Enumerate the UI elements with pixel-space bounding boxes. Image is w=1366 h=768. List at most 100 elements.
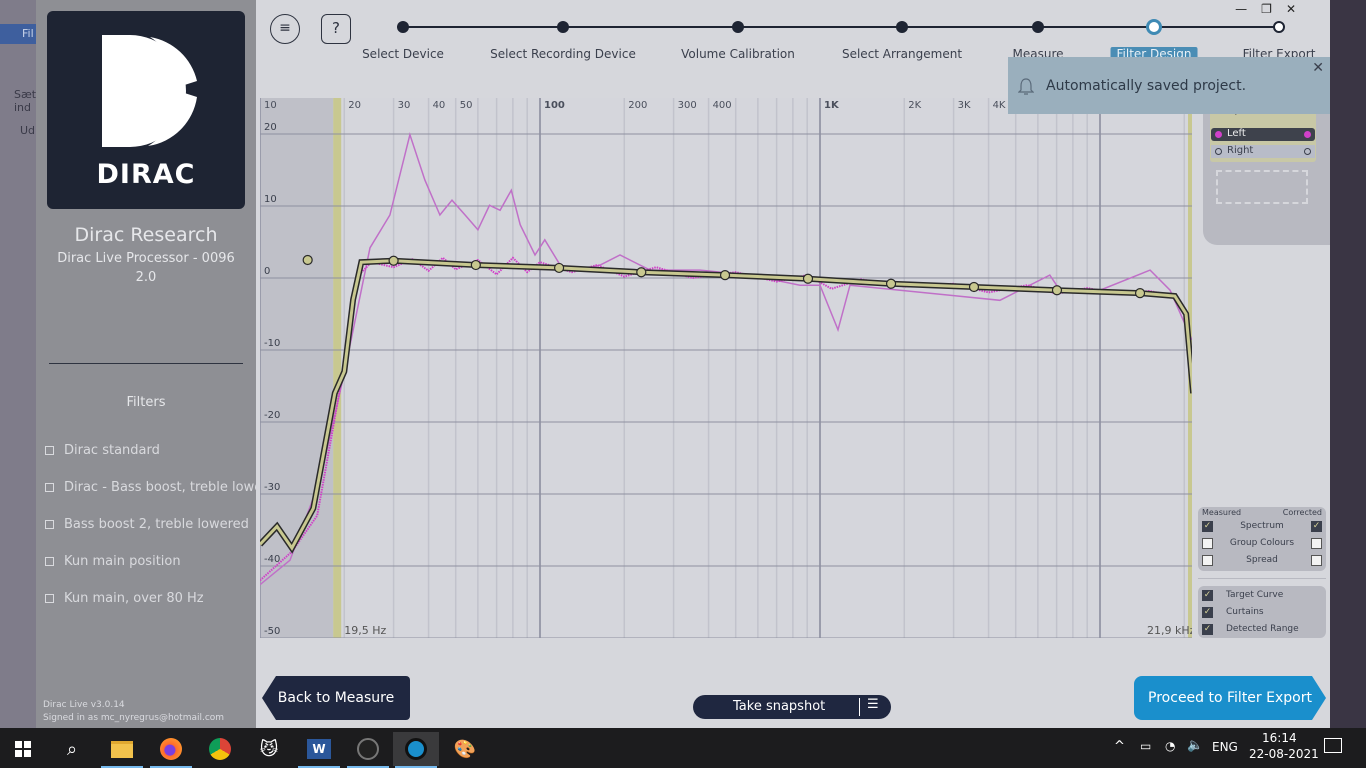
proceed-to-filter-export-button[interactable]: Proceed to Filter Export bbox=[1134, 676, 1326, 720]
target-control-point[interactable] bbox=[470, 259, 481, 271]
target-control-point[interactable] bbox=[302, 254, 313, 266]
target-control-point[interactable] bbox=[388, 255, 399, 266]
corrected-label: Corrected bbox=[1282, 508, 1322, 517]
low-curtain-handle bbox=[333, 98, 342, 638]
snapshot-list-icon[interactable]: ☰ bbox=[867, 697, 879, 712]
target-control-point[interactable] bbox=[885, 278, 897, 289]
close-icon[interactable]: ✕ bbox=[1312, 60, 1324, 76]
target-control-point[interactable] bbox=[1134, 288, 1146, 299]
take-snapshot-button[interactable]: Take snapshot bbox=[733, 699, 825, 714]
app-version: Dirac Live v3.0.14 bbox=[43, 700, 125, 710]
language-indicator[interactable]: ENG bbox=[1212, 740, 1238, 754]
target-control-point[interactable] bbox=[636, 267, 647, 278]
plot-background bbox=[260, 98, 1192, 638]
dirac-app-icon[interactable] bbox=[345, 732, 391, 768]
y-tick-label: 10 bbox=[264, 194, 277, 205]
windows-start-icon[interactable] bbox=[0, 732, 46, 766]
sidebar: DIRAC Dirac Research Dirac Live Processo… bbox=[36, 0, 284, 728]
dirac-logo: DIRAC bbox=[47, 11, 245, 209]
option-checkbox[interactable]: ✓ bbox=[1202, 607, 1213, 618]
channel-left[interactable]: Left bbox=[1211, 128, 1315, 141]
display-row-label: Spectrum bbox=[1240, 521, 1284, 531]
filter-item[interactable]: Bass boost 2, treble lowered bbox=[45, 517, 249, 532]
firefox-icon[interactable] bbox=[148, 732, 194, 768]
battery-icon[interactable]: ▭ bbox=[1140, 739, 1151, 753]
y-tick-label: -50 bbox=[264, 626, 280, 637]
notification-text: Automatically saved project. bbox=[1046, 78, 1247, 94]
chrome-icon[interactable] bbox=[197, 732, 243, 766]
filter-item[interactable]: Kun main position bbox=[45, 554, 181, 569]
dirac-live-icon[interactable] bbox=[393, 732, 439, 768]
clock-time[interactable]: 16:14 bbox=[1262, 731, 1297, 745]
frequency-response-chart[interactable]: 20100-10-20-30-40-5010 20 30 40 50 100 200 300 4… bbox=[260, 98, 1192, 638]
channel-dot-icon bbox=[1215, 148, 1222, 155]
background-window-right bbox=[1330, 0, 1366, 728]
filter-label: Dirac - Bass boost, treble lowered bbox=[64, 480, 284, 495]
step-select-device[interactable]: Select Device bbox=[362, 47, 444, 61]
checkbox[interactable] bbox=[45, 446, 54, 455]
paste-label: Sæt ind bbox=[14, 88, 37, 114]
checkbox[interactable] bbox=[45, 594, 54, 603]
channel-label: Right bbox=[1227, 145, 1254, 156]
step-dot-icon bbox=[1146, 19, 1162, 35]
x-tick-label: 3K bbox=[958, 100, 971, 111]
channel-right[interactable]: Right bbox=[1211, 145, 1315, 158]
checkbox[interactable] bbox=[45, 557, 54, 566]
display-row-label: Spread bbox=[1246, 555, 1278, 565]
target-control-point[interactable] bbox=[1051, 285, 1063, 296]
help-button[interactable]: ? bbox=[321, 14, 351, 44]
corrected-checkbox[interactable] bbox=[1311, 538, 1322, 549]
step-select-arrangement[interactable]: Select Arrangement bbox=[842, 47, 962, 61]
file-explorer-icon[interactable] bbox=[99, 732, 145, 768]
target-control-point[interactable] bbox=[802, 273, 814, 284]
corrected-checkbox[interactable]: ✓ bbox=[1311, 521, 1322, 532]
file-tab[interactable]: Fil bbox=[0, 24, 36, 44]
volume-icon[interactable]: 🔈 bbox=[1187, 738, 1203, 753]
step-dot-icon bbox=[1032, 21, 1044, 33]
filter-item[interactable]: Dirac standard bbox=[45, 443, 160, 458]
filter-label: Dirac standard bbox=[64, 443, 160, 458]
taskbar: ⌕ 😼 W 🎨 ^ ▭ ◔ 🔈 ENG 16:14 22-08-2021 bbox=[0, 728, 1366, 768]
x-tick-label: 2K bbox=[908, 100, 921, 111]
filter-item[interactable]: Dirac - Bass boost, treble lowered bbox=[45, 480, 284, 495]
show-hidden-icons[interactable]: ^ bbox=[1114, 739, 1125, 754]
minimize-icon[interactable]: — bbox=[1235, 2, 1247, 16]
option-checkbox[interactable]: ✓ bbox=[1202, 624, 1213, 635]
y-tick-label: -20 bbox=[264, 410, 280, 421]
divider bbox=[49, 363, 243, 364]
x-tick-label: 20 bbox=[348, 100, 361, 111]
range-low-label: 19,5 Hz bbox=[344, 624, 386, 637]
step-dot-icon bbox=[896, 21, 908, 33]
step-dot-icon bbox=[1273, 21, 1285, 33]
restore-icon[interactable]: ❐ bbox=[1261, 2, 1272, 16]
channel-dot-icon bbox=[1215, 131, 1222, 138]
new-group-drop-zone[interactable] bbox=[1216, 170, 1308, 204]
x-tick-label: 4K bbox=[993, 100, 1006, 111]
step-select-recording-device[interactable]: Select Recording Device bbox=[490, 47, 636, 61]
step-volume-calibration[interactable]: Volume Calibration bbox=[681, 47, 795, 61]
filter-item[interactable]: Kun main, over 80 Hz bbox=[45, 591, 204, 606]
search-icon[interactable]: ⌕ bbox=[49, 732, 95, 766]
option-checkbox[interactable]: ✓ bbox=[1202, 590, 1213, 601]
checkbox[interactable] bbox=[45, 483, 54, 492]
close-icon[interactable]: ✕ bbox=[1286, 2, 1296, 16]
x-tick-label: 50 bbox=[460, 100, 473, 111]
paint-icon[interactable]: 🎨 bbox=[442, 732, 488, 766]
corrected-checkbox[interactable] bbox=[1311, 555, 1322, 566]
processor-name: Dirac Live Processor - 0096 bbox=[57, 251, 235, 266]
checkbox[interactable] bbox=[45, 520, 54, 529]
clock-date[interactable]: 22-08-2021 bbox=[1249, 747, 1319, 761]
target-control-point[interactable] bbox=[719, 270, 731, 281]
y-tick-label: -10 bbox=[264, 338, 280, 349]
target-control-point[interactable] bbox=[968, 281, 980, 293]
action-center-icon[interactable] bbox=[1324, 738, 1342, 753]
measured-label: Measured bbox=[1202, 508, 1242, 517]
target-control-point[interactable] bbox=[553, 262, 565, 274]
x-tick-label: 100 bbox=[544, 100, 565, 111]
menu-button[interactable]: ≡ bbox=[270, 14, 300, 44]
bell-icon bbox=[1018, 78, 1034, 95]
wifi-icon[interactable]: ◔ bbox=[1165, 739, 1175, 753]
foobar-cat-icon[interactable]: 😼 bbox=[246, 732, 292, 766]
word-icon[interactable]: W bbox=[296, 732, 342, 768]
back-to-measure-button[interactable]: Back to Measure bbox=[262, 676, 410, 720]
